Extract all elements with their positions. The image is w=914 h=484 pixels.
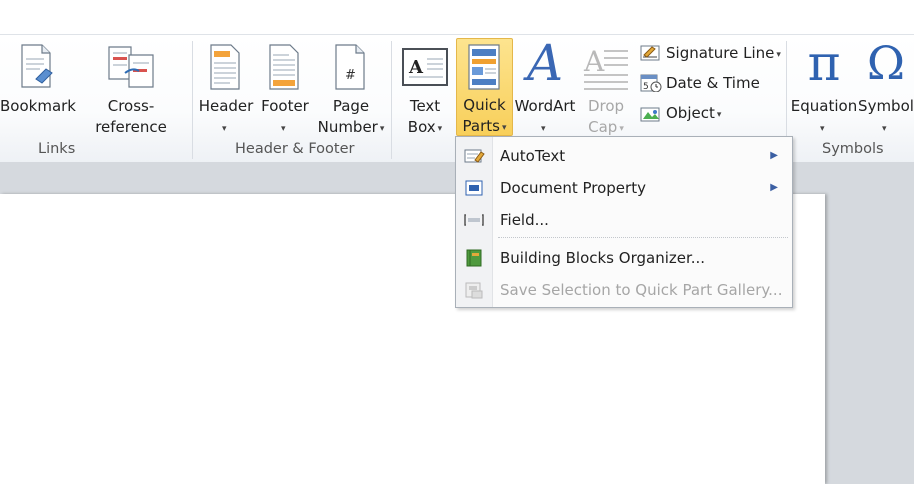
object-icon [640, 107, 660, 122]
header-button[interactable]: Header ▾ [197, 39, 255, 134]
text-box-dropdown-icon: ▾ [437, 124, 443, 134]
cross-reference-label: Cross-reference [95, 97, 167, 136]
wordart-button[interactable]: A WordArt ▾ [513, 34, 577, 134]
text-box-glyph: A [408, 57, 424, 78]
menu-item-label: Document Property [500, 179, 646, 197]
bookmark-icon [21, 44, 53, 88]
bookmark-label: Bookmark [0, 97, 76, 115]
group-separator [192, 41, 193, 159]
text-box-label-line1: Text [409, 97, 441, 115]
footer-button[interactable]: Footer ▾ [257, 39, 313, 134]
submenu-arrow-icon: ▶ [770, 150, 778, 161]
equation-label: Equation [790, 97, 858, 115]
symbol-dropdown-icon: ▾ [882, 124, 887, 134]
quick-parts-menu: AutoText ▶ Document Property ▶ Field... … [455, 136, 793, 308]
text-box-label-text: Box [407, 118, 436, 136]
equation-dropdown-icon: ▾ [820, 124, 825, 134]
group-separator [391, 41, 392, 159]
header-icon [210, 44, 240, 90]
date-time-label: Date & Time [666, 74, 760, 92]
group-label-symbols: Symbols [822, 141, 884, 157]
building-blocks-icon [466, 249, 482, 267]
text-box-icon: A [402, 48, 448, 86]
object-label: Object ▾ [666, 101, 721, 127]
signature-line-text: Signature Line [666, 44, 775, 62]
signature-line-dropdown-icon: ▾ [776, 50, 781, 60]
header-dropdown-icon: ▾ [222, 124, 227, 134]
svg-text:5: 5 [643, 82, 649, 92]
menu-item-label: Field... [500, 211, 549, 229]
header-label: Header [198, 97, 254, 115]
symbol-label: Symbol [858, 97, 914, 115]
quick-parts-button[interactable]: Quick Parts ▾ [456, 38, 513, 136]
menu-item-save-selection[interactable]: Save Selection to Quick Part Gallery... [456, 275, 792, 305]
omega-icon: Ω [866, 36, 906, 90]
menu-item-building-blocks-organizer[interactable]: Building Blocks Organizer... [456, 243, 792, 273]
pi-icon: π [807, 34, 841, 92]
cross-reference-button[interactable]: Cross-reference [75, 39, 187, 136]
page-number-label-text: Number [317, 118, 378, 136]
drop-cap-label-text: Cap [588, 118, 618, 136]
page-number-glyph: # [345, 68, 356, 83]
page-number-label-line2: Number ▾ [315, 117, 387, 140]
bookmark-button[interactable]: Bookmark [0, 39, 76, 131]
calendar-clock-icon: 5 [640, 74, 662, 92]
menu-item-label: AutoText [500, 147, 566, 165]
page-number-dropdown-icon: ▾ [379, 124, 385, 134]
object-dropdown-icon: ▾ [716, 110, 722, 120]
menu-separator [498, 237, 788, 238]
menu-item-field[interactable]: Field... [456, 205, 792, 235]
wordart-icon: A [526, 34, 564, 92]
title-area [0, 0, 914, 34]
page-number-label-line1: Page [332, 97, 370, 115]
quick-parts-icon [468, 44, 500, 90]
save-selection-icon [465, 282, 483, 299]
menu-item-label: Building Blocks Organizer... [500, 249, 706, 267]
svg-text:A: A [583, 45, 605, 78]
text-box-label-line2: Box ▾ [396, 117, 454, 140]
footer-label: Footer [261, 97, 309, 115]
menu-item-document-property[interactable]: Document Property ▶ [456, 173, 792, 203]
text-box-button[interactable]: A Text Box ▾ [396, 39, 454, 136]
signature-line-icon [640, 45, 660, 61]
footer-icon [269, 44, 299, 90]
drop-cap-icon: A [583, 45, 628, 90]
drop-cap-button[interactable]: A Drop Cap ▾ [578, 39, 634, 136]
quick-parts-label-text: Parts [462, 117, 500, 135]
signature-line-label: Signature Line ▾ [666, 41, 781, 67]
menu-item-autotext[interactable]: AutoText ▶ [456, 141, 792, 171]
cross-reference-icon [108, 46, 154, 88]
document-property-icon [465, 180, 483, 196]
autotext-icon [464, 149, 485, 163]
quick-parts-label-line1: Quick [463, 96, 506, 114]
drop-cap-label-line1: Drop [587, 97, 625, 115]
group-label-header-footer: Header & Footer [235, 141, 355, 157]
field-icon [464, 214, 484, 226]
equation-button[interactable]: π Equation ▾ [790, 34, 858, 134]
object-text: Object [666, 104, 715, 122]
footer-dropdown-icon: ▾ [281, 124, 286, 134]
menu-item-label: Save Selection to Quick Part Gallery... [500, 281, 783, 299]
submenu-arrow-icon: ▶ [770, 182, 778, 193]
wordart-label: WordArt [514, 97, 576, 115]
page-number-icon: # [335, 44, 365, 90]
page-number-button[interactable]: # Page Number ▾ [315, 39, 387, 136]
group-label-links: Links [38, 141, 76, 157]
symbol-button[interactable]: Ω Symbol ▾ [858, 36, 914, 134]
